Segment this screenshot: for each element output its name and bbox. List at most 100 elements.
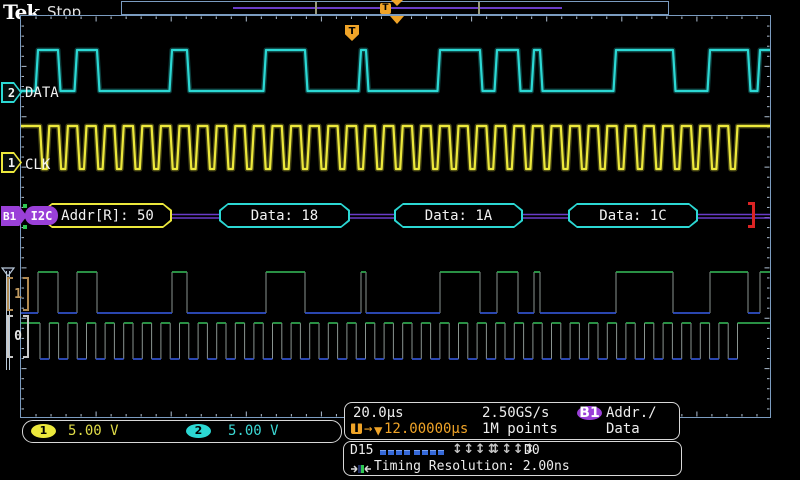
graticule-tick — [767, 227, 770, 228]
trigger-position-value: 12.00000µs — [384, 421, 468, 437]
graticule-tick — [201, 414, 202, 417]
oscilloscope-screen: Tek Stop T T 2 DATA 1 CLK B1 I2C Addr[R]… — [0, 0, 800, 480]
graticule-tick — [366, 17, 367, 20]
graticule-tick — [96, 412, 97, 417]
trigger-position-triangle-icon[interactable] — [390, 16, 404, 24]
ch1-badge: 1 — [31, 424, 56, 438]
graticule-tick — [216, 17, 217, 20]
digital-off-dashes-icon — [414, 450, 444, 455]
graticule-tick — [666, 17, 667, 20]
graticule-tick — [22, 56, 25, 57]
graticule-tick — [22, 106, 25, 107]
bus-readout-line1: Addr./ — [606, 405, 657, 421]
d1-number: 1 — [13, 277, 23, 311]
record-bus-line — [233, 7, 562, 9]
graticule-tick — [767, 207, 770, 208]
d1-bracket-right — [23, 277, 29, 311]
trigger-arrow-icon: → — [364, 421, 372, 437]
graticule-tick — [276, 17, 277, 20]
digital-channel-d1-tag[interactable]: 1 — [7, 277, 29, 311]
graticule-tick — [606, 17, 607, 20]
bus-decode-label: Addr[R]: 50 — [45, 205, 170, 226]
channel1-position-marker[interactable]: 1 — [1, 152, 22, 173]
graticule-tick — [36, 414, 37, 417]
graticule-tick — [696, 17, 697, 22]
channel2-position-marker[interactable]: 2 — [1, 82, 22, 103]
channel-scale-readout-box[interactable]: 1 5.00 V 2 5.00 V — [22, 420, 342, 443]
digital-d1-trace-edges — [38, 272, 760, 313]
graticule-tick — [306, 414, 307, 417]
ch2-badge: 2 — [186, 424, 211, 438]
d0-label: D0 — [524, 443, 540, 458]
graticule-tick — [711, 414, 712, 417]
graticule-tick — [22, 197, 25, 198]
graticule-tick — [767, 96, 770, 97]
graticule-tick — [231, 17, 232, 20]
graticule-tick — [291, 17, 292, 20]
horizontal-readout-box[interactable]: 20.0µs 2.50GS/s 1M points B1 Addr./ Data… — [344, 402, 680, 440]
graticule-tick — [111, 17, 112, 20]
graticule-tick — [22, 96, 25, 97]
graticule-tick — [186, 414, 187, 417]
graticule-tick — [765, 66, 770, 67]
graticule-tick — [171, 412, 172, 417]
ch2-data-trace-glow — [21, 50, 770, 91]
graticule-tick — [156, 414, 157, 417]
graticule-tick — [231, 414, 232, 417]
channel1-number: 1 — [3, 154, 20, 171]
i2c-start-marker — [23, 204, 27, 208]
zoom-window-bracket-left[interactable] — [315, 2, 317, 14]
graticule-tick — [767, 358, 770, 359]
graticule-tick — [22, 86, 25, 87]
graticule-tick — [22, 116, 27, 117]
graticule-tick — [516, 17, 517, 20]
ch2-data-trace — [21, 50, 770, 91]
graticule-tick — [726, 17, 727, 20]
graticule-tick — [767, 86, 770, 87]
graticule-tick — [22, 146, 25, 147]
graticule-tick — [156, 17, 157, 20]
graticule-tick — [767, 257, 770, 258]
graticule-tick — [456, 17, 457, 20]
trigger-marker-bar-icon[interactable]: T — [380, 3, 391, 14]
graticule-tick — [576, 17, 577, 20]
graticule-tick — [546, 17, 547, 22]
graticule-tick — [767, 26, 770, 27]
zoom-window-bracket-right[interactable] — [478, 2, 480, 14]
graticule-tick — [22, 237, 25, 238]
graticule-tick — [681, 414, 682, 417]
graticule-tick — [767, 146, 770, 147]
graticule-tick — [767, 247, 770, 248]
graticule-tick — [22, 247, 25, 248]
graticule-tick — [767, 106, 770, 107]
bus-decode-box-data: Data: 1C — [568, 203, 698, 228]
graticule-tick — [765, 167, 770, 168]
digital-readout-box[interactable]: D15 ↕↕↕↕ ↕↕↕↕ D0 Timing Resolution: 2.00… — [343, 441, 682, 476]
bus-decode-label: Data: 1C — [570, 205, 696, 226]
graticule-tick — [767, 338, 770, 339]
graticule-tick — [651, 17, 652, 20]
graticule-tick — [696, 412, 697, 417]
graticule-tick — [246, 17, 247, 22]
graticule-tick — [22, 76, 25, 77]
graticule-tick — [126, 17, 127, 20]
digital-d0-trace-edges — [40, 323, 738, 359]
graticule-tick — [141, 414, 142, 417]
graticule-tick — [22, 257, 25, 258]
d0-bracket-right — [23, 315, 29, 358]
b1-badge: B1 — [577, 406, 602, 420]
graticule-tick — [741, 414, 742, 417]
graticule-tick — [321, 17, 322, 22]
bus-decode-box-address: Addr[R]: 50 — [43, 203, 172, 228]
channel2-number: 2 — [3, 84, 20, 101]
graticule-tick — [276, 414, 277, 417]
bus-decode-box-data: Data: 18 — [219, 203, 350, 228]
digital-channel-d0-tag[interactable]: 0 — [7, 315, 29, 358]
graticule-tick — [767, 36, 770, 37]
graticule-tick — [22, 66, 27, 67]
channel2-label: DATA — [25, 85, 59, 101]
graticule-tick — [22, 187, 25, 188]
graticule-tick — [767, 408, 770, 409]
graticule-tick — [767, 187, 770, 188]
graticule-tick — [767, 177, 770, 178]
